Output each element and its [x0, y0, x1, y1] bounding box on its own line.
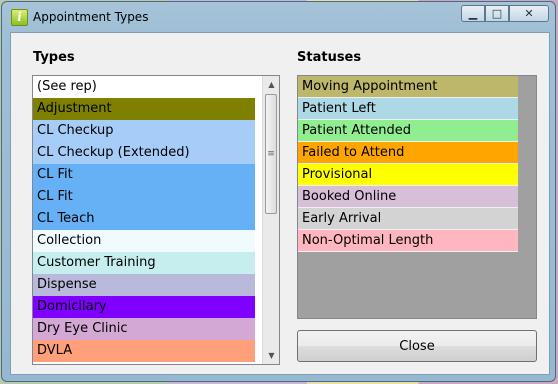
- statuses-heading: Statuses: [297, 50, 362, 65]
- status-list-item[interactable]: Non-Optimal Length: [298, 230, 518, 252]
- maximize-button[interactable]: □: [485, 5, 509, 22]
- types-heading: Types: [33, 50, 75, 65]
- status-list-item[interactable]: Early Arrival: [298, 208, 518, 230]
- status-list-item[interactable]: Booked Online: [298, 186, 518, 208]
- scrollbar-thumb[interactable]: ≡: [265, 94, 277, 214]
- appointment-types-dialog: i Appointment Types ▁ □ ✕ Types Statuses…: [1, 1, 556, 382]
- type-list-item[interactable]: CL Checkup (Extended): [33, 142, 255, 164]
- types-scrollbar[interactable]: ▲ ≡ ▼: [262, 76, 279, 364]
- scroll-down-icon[interactable]: ▼: [263, 347, 279, 364]
- status-list-item[interactable]: Moving Appointment: [298, 76, 518, 98]
- scroll-up-icon[interactable]: ▲: [263, 76, 279, 93]
- type-list-item[interactable]: Customer Training: [33, 252, 255, 274]
- type-list-item[interactable]: Dry Eye Clinic: [33, 318, 255, 340]
- grip-icon: ≡: [267, 149, 275, 159]
- type-list-item[interactable]: CL Fit: [33, 186, 255, 208]
- title-bar[interactable]: i Appointment Types ▁ □ ✕: [2, 2, 555, 32]
- status-list-item[interactable]: Provisional: [298, 164, 518, 186]
- type-list-item[interactable]: CL Fit: [33, 164, 255, 186]
- types-listbox[interactable]: (See rep) Adjustment CL Checkup CL Checkup …: [32, 75, 280, 365]
- maximize-icon: □: [491, 7, 503, 20]
- window-title: Appointment Types: [33, 10, 149, 24]
- info-icon: i: [11, 9, 28, 26]
- type-list-item[interactable]: CL Teach: [33, 208, 255, 230]
- type-list-item[interactable]: (See rep): [33, 76, 255, 98]
- close-button[interactable]: Close: [297, 330, 537, 362]
- type-list-item[interactable]: Adjustment: [33, 98, 255, 120]
- minimize-button[interactable]: ▁: [461, 5, 485, 22]
- status-list-item[interactable]: Patient Attended: [298, 120, 518, 142]
- statuses-listbox[interactable]: Moving Appointment Patient Left Patient At…: [297, 75, 537, 319]
- type-list-item[interactable]: CL Checkup: [33, 120, 255, 142]
- status-list-item[interactable]: Failed to Attend: [298, 142, 518, 164]
- dialog-client-area: Types Statuses (See rep) Adjustment CL Che…: [10, 32, 550, 375]
- caption-buttons: ▁ □ ✕: [461, 5, 549, 23]
- close-window-button[interactable]: ✕: [509, 5, 549, 22]
- types-items: (See rep) Adjustment CL Checkup CL Checkup …: [33, 76, 255, 362]
- type-list-item[interactable]: Dispense: [33, 274, 255, 296]
- close-icon: ✕: [524, 7, 534, 20]
- type-list-item[interactable]: Collection: [33, 230, 255, 252]
- type-list-item[interactable]: DVLA: [33, 340, 255, 362]
- type-list-item[interactable]: Domicilary: [33, 296, 255, 318]
- minimize-icon: ▁: [468, 7, 478, 20]
- status-items: Moving Appointment Patient Left Patient At…: [298, 76, 518, 252]
- status-list-item[interactable]: Patient Left: [298, 98, 518, 120]
